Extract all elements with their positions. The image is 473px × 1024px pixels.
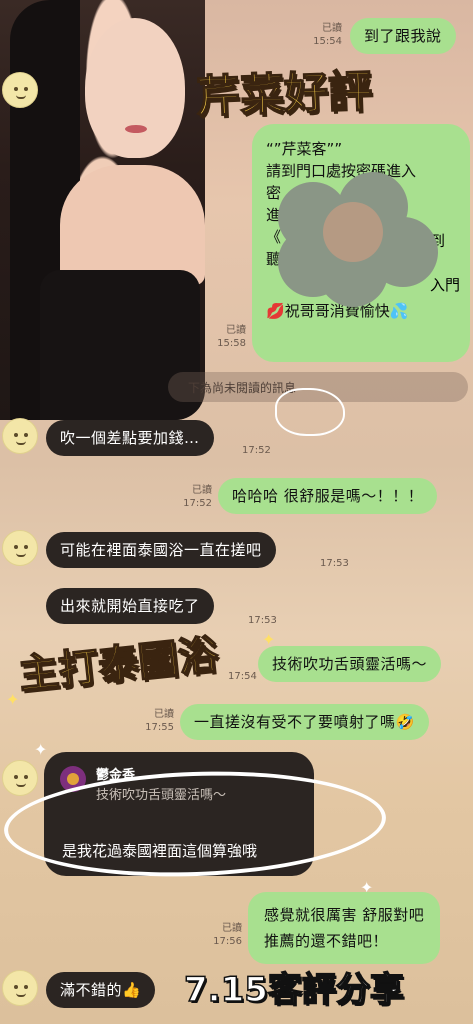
message-bubble-m4[interactable]: 吹一個差點要加錢… bbox=[46, 420, 214, 456]
time-label: 17:55 bbox=[145, 722, 174, 733]
time-label: 17:53 bbox=[248, 615, 277, 626]
time-label: 17:52 bbox=[183, 498, 212, 509]
read-meta-m9: 已讀 17:55 bbox=[138, 708, 174, 734]
sweat-droplets-icon: 💦 bbox=[389, 302, 409, 320]
avatar-icon[interactable] bbox=[2, 530, 38, 566]
sticker-bottom: 7.15客評分享 bbox=[183, 969, 404, 1011]
read-label: 已讀 bbox=[222, 923, 242, 934]
read-meta-m1: 已讀 15:54 bbox=[306, 22, 342, 48]
message-bubble-m7[interactable]: 出來就開始直接吃了 bbox=[46, 588, 214, 624]
time-label: 17:54 bbox=[228, 671, 257, 682]
hero-photo bbox=[0, 0, 205, 420]
read-meta-m3: 已讀 15:58 bbox=[210, 324, 246, 350]
avatar-icon[interactable] bbox=[2, 72, 38, 108]
message-bubble-m1[interactable]: 到了跟我說 bbox=[350, 18, 456, 54]
sticker-top: 芹菜好評 bbox=[195, 65, 374, 124]
hero-face bbox=[85, 18, 185, 158]
redaction-blob bbox=[278, 172, 438, 307]
message-bubble-m5[interactable]: 哈哈哈 很舒服是嗎〜！！！ bbox=[218, 478, 438, 514]
message-bubble-m10[interactable]: 感覺就很厲害 舒服對吧 推薦的還不錯吧！ bbox=[248, 892, 441, 964]
avatar-icon[interactable] bbox=[2, 418, 38, 454]
sparkle-icon: ✦ bbox=[6, 690, 20, 709]
time-label: 15:58 bbox=[217, 338, 246, 349]
time-label: 15:54 bbox=[313, 36, 342, 47]
cloud-sticker-icon bbox=[275, 388, 345, 436]
message-bubble-m9[interactable]: 一直搓沒有受不了要噴射了嗎🤣 bbox=[180, 704, 429, 740]
read-label: 已讀 bbox=[192, 485, 212, 496]
time-label: 17:52 bbox=[242, 445, 271, 456]
read-label: 已讀 bbox=[154, 709, 174, 720]
closing-text: 祝哥哥消費愉快 bbox=[284, 302, 390, 320]
lips-icon: 💋 bbox=[266, 302, 285, 320]
hero-lips bbox=[125, 125, 147, 133]
bubble-line: “”芹菜客”” bbox=[266, 140, 343, 158]
thumbs-up-icon: 👍 bbox=[122, 981, 142, 999]
message-text: 一直搓沒有受不了要噴射了嗎 bbox=[194, 713, 396, 731]
sparkle-icon: ✦ bbox=[34, 740, 48, 759]
avatar-icon[interactable] bbox=[2, 970, 38, 1006]
message-bubble-m8[interactable]: 技術吹功舌頭靈活嗎〜 bbox=[258, 646, 442, 682]
time-label: 17:56 bbox=[213, 936, 242, 947]
sticker-mid: 主打泰國浴 bbox=[16, 631, 221, 699]
message-text: 滿不錯的 bbox=[60, 981, 123, 999]
message-bubble-m11[interactable]: 滿不錯的👍 bbox=[46, 972, 156, 1008]
hero-shoulder bbox=[60, 165, 205, 285]
time-label: 17:53 bbox=[320, 558, 349, 569]
message-line: 推薦的還不錯吧！ bbox=[264, 932, 389, 950]
message-line: 感覺就很厲害 舒服對吧 bbox=[264, 906, 425, 924]
sparkle-icon: ✦ bbox=[262, 630, 276, 649]
read-label: 已讀 bbox=[226, 325, 246, 336]
rofl-emoji-icon: 🤣 bbox=[395, 713, 415, 731]
message-bubble-m6[interactable]: 可能在裡面泰國浴一直在搓吧 bbox=[46, 532, 276, 568]
avatar-icon[interactable] bbox=[2, 760, 38, 796]
read-label: 已讀 bbox=[322, 23, 342, 34]
read-meta-m5: 已讀 17:52 bbox=[176, 484, 212, 510]
read-meta-m10: 已讀 17:56 bbox=[206, 922, 242, 948]
